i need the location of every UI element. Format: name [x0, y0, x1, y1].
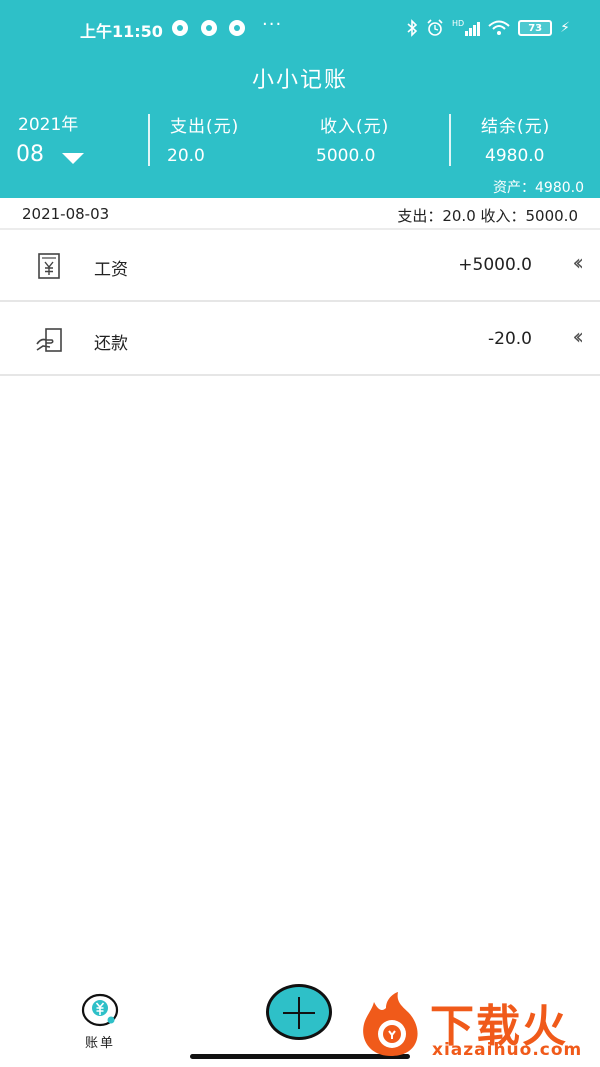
chevrons-left-icon[interactable]: ‹‹	[572, 325, 583, 350]
charging-icon: ⚡	[560, 20, 570, 36]
repayment-icon	[36, 328, 62, 352]
chevrons-left-icon[interactable]: ‹‹	[572, 251, 583, 276]
add-record-button[interactable]	[266, 984, 332, 1040]
watermark-logo: 下载火 xiazaihuo.com	[352, 988, 598, 1063]
bluetooth-icon	[407, 19, 418, 37]
notification-icon	[172, 20, 188, 36]
record-row[interactable]: 工资 +5000.0 ‹‹	[0, 230, 600, 302]
income-value: 5000.0	[316, 146, 376, 166]
wifi-icon	[488, 20, 510, 35]
divider	[449, 114, 451, 166]
status-bar: 上午11:50 ··· HD 73 ⚡	[0, 0, 600, 56]
record-row[interactable]: 还款 -20.0 ‹‹	[0, 304, 600, 376]
day-totals: 支出：20.0 收入：5000.0	[397, 207, 578, 225]
month-summary: 2021年 08 支出(元) 20.0 收入(元) 5000.0 结余(元) 4…	[0, 108, 600, 172]
day-header: 2021-08-03 支出：20.0 收入：5000.0	[0, 198, 600, 230]
balance-label: 结余(元)	[481, 117, 551, 137]
record-amount: +5000.0	[458, 255, 532, 275]
more-notifications: ···	[262, 14, 283, 35]
status-icons: HD 73 ⚡	[406, 18, 570, 38]
record-name: 工资	[94, 260, 128, 280]
yuan-note-icon	[38, 253, 60, 279]
balance-value: 4980.0	[485, 146, 545, 166]
flame-icon	[363, 992, 418, 1056]
assets-total: 资产：4980.0	[493, 180, 584, 196]
income-label: 收入(元)	[320, 117, 390, 137]
notification-icon	[229, 20, 245, 36]
alarm-icon	[427, 19, 443, 36]
notification-icon	[201, 20, 217, 36]
caret-down-icon[interactable]	[62, 153, 84, 164]
app-title: 小小记账	[251, 68, 348, 93]
bill-icon	[81, 993, 119, 1027]
tab-bill-label: 账单	[84, 1036, 115, 1051]
expense-value: 20.0	[167, 146, 205, 166]
watermark-url: xiazaihuo.com	[432, 1040, 583, 1060]
month-selector[interactable]: 08	[16, 142, 44, 167]
record-amount: -20.0	[488, 329, 532, 349]
hd-label: HD	[451, 19, 465, 28]
record-name: 还款	[94, 334, 128, 354]
day-date: 2021-08-03	[22, 205, 110, 223]
header: 上午11:50 ··· HD 73 ⚡ 小小记账 2021年 08 支出(元) …	[0, 0, 600, 198]
battery-icon: 73	[518, 20, 553, 36]
divider	[148, 114, 150, 166]
status-time: 上午11:50	[80, 22, 163, 41]
tab-bill[interactable]: 账单	[72, 986, 128, 1056]
signal-icon: HD	[451, 19, 481, 36]
expense-label: 支出(元)	[170, 117, 240, 137]
year-label[interactable]: 2021年	[18, 110, 78, 135]
